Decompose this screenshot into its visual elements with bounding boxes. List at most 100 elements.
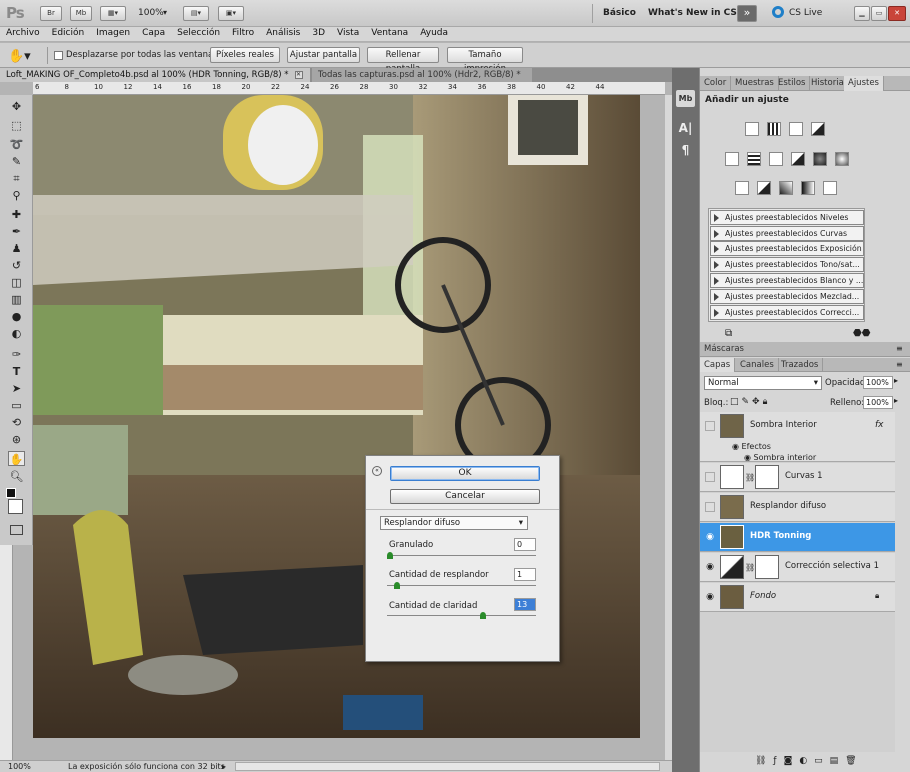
type-tool-icon[interactable]: T [8,364,25,379]
character-panel-icon[interactable]: A| [676,120,695,137]
menu-item-9[interactable]: Ventana [371,28,408,38]
adjust-panel-options-icon[interactable]: ⬣⬣ [853,328,870,339]
grain-input[interactable]: 0 [514,538,536,551]
layer-resplandor[interactable]: Resplandor difuso [700,493,895,522]
layer-hdr-tonning[interactable]: ◉ HDR Tonning [700,523,895,552]
clear-slider-thumb[interactable] [479,612,486,619]
preset-exposure[interactable]: Ajustes preestablecidos Exposición [710,241,864,256]
visibility-toggle[interactable] [705,502,715,512]
cs-live-button[interactable]: CS Live [789,8,822,18]
minibridge-panel-icon[interactable]: Mb [676,90,695,107]
fill-screen-button[interactable]: Rellenar pantalla [367,47,439,74]
more-workspaces-icon[interactable]: » [737,5,757,22]
visibility-toggle[interactable] [705,421,715,431]
fill-input[interactable]: 100% [863,396,893,409]
3d-orbit-icon[interactable]: ⊛ [8,432,25,447]
blend-mode-select[interactable]: Normal ▾ [704,376,822,390]
history-brush-icon[interactable]: ↺ [8,258,25,273]
glow-slider-thumb[interactable] [394,582,401,589]
menu-item-1[interactable]: Edición [52,28,85,38]
workspace-basic[interactable]: Básico [603,8,636,18]
tab-layers[interactable]: Capas [700,358,736,372]
menu-item-8[interactable]: Vista [337,28,359,38]
blur-tool-icon[interactable]: ● [8,309,25,324]
threshold-icon[interactable] [779,181,793,195]
screen-mode-button[interactable]: ▣▾ [218,6,244,21]
print-size-button[interactable]: Tamaño impresión [447,47,523,74]
lasso-tool-icon[interactable]: ➰ [8,137,25,152]
maximize-button[interactable]: ▭ [871,6,887,21]
grain-slider-track[interactable] [387,555,536,556]
curves-icon[interactable] [789,122,803,136]
layers-footer-icons[interactable]: ⛓ƒ◙◐▭▤🗑︎ [755,756,864,766]
clear-slider-track[interactable] [387,615,536,616]
background-color-swatch[interactable] [8,499,23,514]
tab-color[interactable]: Color [700,76,732,91]
menu-item-4[interactable]: Selección [177,28,220,38]
zoom-level[interactable]: 100% [138,8,164,18]
brightness-icon[interactable] [745,122,759,136]
layer-mask-thumbnail[interactable] [755,465,779,489]
view-extras-button[interactable]: ▦▾ [100,6,126,21]
healing-brush-icon[interactable]: ✚ [8,207,25,222]
opacity-input[interactable]: 100% [863,376,893,389]
hand-tool-icon[interactable]: ✋▾ [8,49,31,64]
minibridge-button[interactable]: Mb [70,6,92,21]
zoom-dropdown-icon[interactable]: ▾ [163,8,167,17]
3d-rotate-icon[interactable]: ⟲ [8,415,25,430]
marquee-tool-icon[interactable]: ⬚ [8,118,25,133]
eyedropper-icon[interactable]: ⚲ [8,188,25,203]
hue-saturation-icon[interactable] [747,152,761,166]
vertical-scrollbar[interactable] [665,95,672,760]
layer-sombra-interior[interactable]: Sombra Interior fx ◉ Efectos ◉ Sombra in… [700,412,895,462]
tab-capturas[interactable]: Todas las capturas.psd al 100% (Hdr2, RG… [312,68,532,93]
quick-selection-icon[interactable]: ✎ [8,154,25,169]
minimize-button[interactable]: ▁ [854,6,870,21]
eye-icon[interactable]: ◉ [705,532,715,542]
hand-tool-icon[interactable]: ✋ [8,451,25,466]
color-balance-icon[interactable] [769,152,783,166]
tab-adjustments[interactable]: Ajustes [844,76,884,91]
chain-link-icon[interactable]: ⛓ [745,473,755,482]
tab-masks[interactable]: Máscaras [700,342,748,357]
collapse-icon[interactable]: « [372,466,382,476]
exposure-icon[interactable] [811,122,825,136]
preset-black-white[interactable]: Ajustes preestablecidos Blanco y ... [710,273,864,288]
horizontal-scrollbar[interactable] [235,762,660,771]
foreground-color-swatch[interactable] [6,488,16,498]
selective-color-icon[interactable] [823,181,837,195]
levels-icon[interactable] [767,122,781,136]
tab-swatches[interactable]: Muestras [731,76,779,91]
arrange-documents-button[interactable]: ▤▾ [183,6,209,21]
chain-link-icon[interactable]: ⛓ [745,563,755,572]
layer-curvas[interactable]: ⛓ Curvas 1 [700,463,895,492]
menu-item-10[interactable]: Ayuda [420,28,448,38]
effect-inner-shadow[interactable]: ◉ Sombra interior [744,453,816,462]
status-arrow-icon[interactable]: ▸ [222,761,226,772]
dodge-tool-icon[interactable]: ◐ [8,326,25,341]
path-selection-icon[interactable]: ➤ [8,381,25,396]
scroll-all-checkbox[interactable] [54,51,63,60]
preset-curves[interactable]: Ajustes preestablecidos Curvas [710,226,864,241]
clone-stamp-icon[interactable]: ♟ [8,241,25,256]
eye-icon[interactable]: ◉ [705,592,715,602]
ok-button[interactable]: OK [390,466,540,481]
whats-new-link[interactable]: What's New in CS5 [648,8,743,18]
menu-item-6[interactable]: Análisis [266,28,300,38]
preset-hue-sat[interactable]: Ajustes preestablecidos Tono/sat... [710,257,864,272]
tab-channels[interactable]: Canales [736,358,779,372]
preset-levels[interactable]: Ajustes preestablecidos Niveles [710,210,864,225]
zoom-tool-icon[interactable]: 🔍︎ [8,469,25,484]
opacity-arrow-icon[interactable]: ▸ [894,376,898,385]
vibrance-icon[interactable] [725,152,739,166]
shape-tool-icon[interactable]: ▭ [8,398,25,413]
preset-mixer[interactable]: Ajustes preestablecidos Mezclad... [710,289,864,304]
layer-mask-thumbnail[interactable] [755,555,779,579]
gradient-tool-icon[interactable]: ▥ [8,292,25,307]
invert-icon[interactable] [735,181,749,195]
panel-menu-icon[interactable]: ≡ [896,360,903,369]
effects-eye-icon[interactable]: ◉ [732,442,742,451]
layer-correccion-selectiva[interactable]: ◉ ⛓ Corrección selectiva 1 [700,553,895,582]
bridge-button[interactable]: Br [40,6,62,21]
actual-pixels-button[interactable]: Píxeles reales [210,47,280,63]
